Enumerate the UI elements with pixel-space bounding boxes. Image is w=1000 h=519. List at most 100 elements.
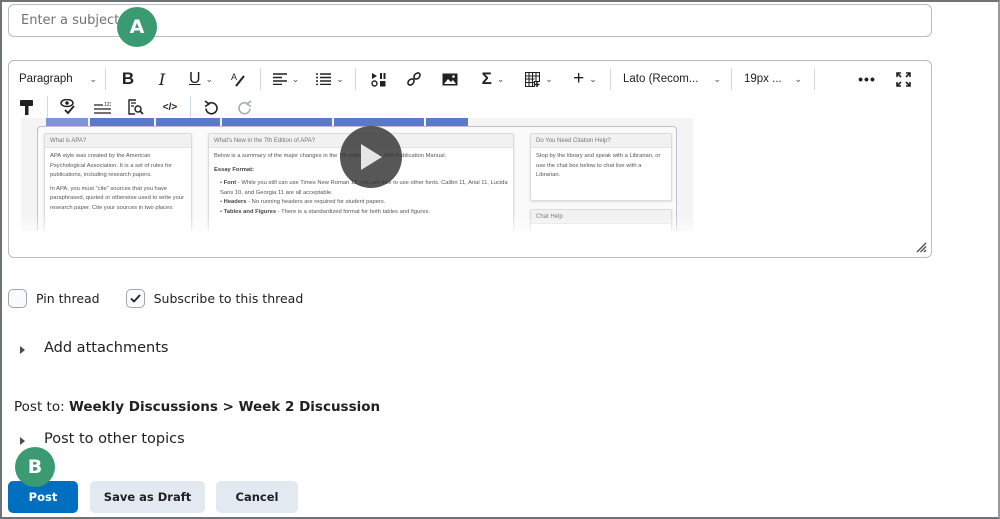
undo-icon [204, 99, 218, 114]
align-icon [272, 73, 287, 85]
post-to-info: Post to: Weekly Discussions > Week 2 Dis… [14, 399, 380, 415]
table-dropdown[interactable]: ⌄ [522, 65, 556, 93]
expand-triangle-icon [20, 436, 25, 445]
fullscreen-icon [895, 71, 911, 87]
embedded-video[interactable]: What is APA? APA style was created by th… [21, 118, 693, 231]
equation-icon: Σ [481, 69, 492, 88]
card-text: In APA, you must "cite" sources that you… [50, 185, 185, 211]
checkmark-icon [129, 294, 141, 303]
text-format-button[interactable]: A [224, 65, 252, 93]
insert-icon: + [573, 68, 585, 89]
find-replace-button[interactable] [124, 93, 148, 121]
post-to-prefix: Post to: [14, 399, 65, 415]
cancel-button[interactable]: Cancel [216, 481, 298, 513]
insert-stuff-dropdown[interactable]: + ⌄ [568, 65, 602, 93]
chevron-down-icon: ⌄ [589, 73, 597, 84]
media-icon [370, 72, 385, 87]
font-family-dropdown[interactable]: Lato (Recom... ⌄ [623, 65, 721, 93]
card-title: What is APA? [45, 134, 191, 148]
underline-button[interactable]: U ⌄ [182, 65, 220, 93]
format-painter-icon [20, 99, 33, 115]
add-attachments-toggle[interactable]: Add attachments [20, 340, 168, 356]
card-text: Stop by the library and speak with a Lib… [536, 153, 661, 178]
equation-dropdown[interactable]: Σ ⌄ [476, 65, 510, 93]
insert-link-button[interactable] [400, 65, 428, 93]
redo-icon [238, 99, 252, 114]
callout-marker-a: A [117, 7, 157, 47]
chevron-down-icon: ⌄ [89, 73, 97, 84]
svg-text:A: A [231, 72, 237, 82]
subscribe-option[interactable]: Subscribe to this thread [125, 289, 304, 308]
pin-thread-checkbox[interactable] [8, 289, 27, 308]
pin-thread-label: Pin thread [36, 291, 100, 306]
more-icon: ••• [858, 71, 876, 87]
bold-button[interactable]: B [114, 65, 142, 93]
font-size-label: 19px ... [744, 73, 782, 85]
font-size-dropdown[interactable]: 19px ... ⌄ [744, 65, 802, 93]
add-attachments-label: Add attachments [44, 340, 169, 356]
find-replace-icon [128, 99, 144, 115]
chevron-down-icon: ⌄ [794, 73, 802, 84]
toolbar-divider [731, 68, 732, 90]
svg-text:123: 123 [104, 102, 111, 108]
image-icon [442, 73, 458, 85]
paragraph-format-label: Paragraph [19, 73, 73, 85]
format-painter-button[interactable] [15, 93, 39, 121]
chevron-down-icon: ⌄ [545, 73, 553, 84]
fullscreen-button[interactable] [889, 65, 917, 93]
card-bullet: Headers - No running headers are require… [220, 198, 508, 208]
callout-marker-b: B [15, 447, 55, 487]
font-family-label: Lato (Recom... [623, 73, 699, 85]
resize-handle-icon[interactable] [916, 242, 927, 253]
subscribe-label: Subscribe to this thread [153, 291, 304, 306]
post-other-topics-toggle[interactable]: Post to other topics [20, 431, 185, 447]
more-actions-button[interactable]: ••• [853, 65, 881, 93]
save-draft-button[interactable]: Save as Draft [90, 481, 205, 513]
list-icon [316, 73, 332, 85]
card-title: Do You Need Citation Help? [531, 134, 671, 148]
source-code-button[interactable]: </> [158, 93, 182, 121]
insert-image-button[interactable] [436, 65, 464, 93]
pin-thread-option[interactable]: Pin thread [8, 289, 100, 308]
editor-content-area[interactable]: What is APA? APA style was created by th… [21, 118, 929, 231]
toolbar-divider [190, 96, 191, 118]
italic-button[interactable]: I [148, 65, 176, 93]
chevron-down-icon: ⌄ [713, 73, 721, 84]
thread-options: Pin thread Subscribe to this thread [8, 289, 323, 308]
toolbar-divider [610, 68, 611, 90]
video-play-button[interactable] [340, 126, 402, 188]
insert-media-button[interactable] [364, 65, 392, 93]
italic-icon: I [158, 69, 166, 89]
expand-triangle-icon [20, 345, 25, 354]
post-button[interactable]: Post [8, 481, 78, 513]
toolbar-divider [814, 68, 815, 90]
toolbar-divider [355, 68, 356, 90]
chevron-down-icon: ⌄ [496, 73, 505, 84]
toolbar-divider [47, 96, 48, 118]
chevron-down-icon: ⌄ [336, 73, 344, 84]
post-to-destination: Weekly Discussions > Week 2 Discussion [68, 399, 381, 415]
undo-button[interactable] [199, 93, 223, 121]
card-text: APA style was created by the American Ps… [50, 153, 172, 178]
link-icon [407, 72, 421, 86]
text-format-icon: A [231, 72, 245, 87]
video-card-citation-help: Do You Need Citation Help? Stop by the l… [530, 133, 672, 201]
chevron-down-icon: ⌄ [205, 73, 214, 84]
rich-text-editor: Paragraph ⌄ B I U ⌄ A ⌄ ⌄ Σ ⌄ ⌄ + ⌄ Lato… [8, 60, 932, 258]
accessibility-checker-button[interactable] [56, 93, 80, 121]
play-icon [361, 144, 382, 170]
list-dropdown[interactable]: ⌄ [313, 65, 347, 93]
redo-button[interactable] [233, 93, 257, 121]
subscribe-checkbox[interactable] [125, 289, 145, 308]
align-dropdown[interactable]: ⌄ [269, 65, 303, 93]
word-count-icon: 123 [93, 102, 111, 114]
paragraph-format-dropdown[interactable]: Paragraph ⌄ [19, 65, 97, 93]
bold-icon: B [121, 69, 135, 88]
table-icon [525, 71, 541, 87]
accessibility-check-icon [60, 99, 75, 115]
source-code-icon: </> [162, 101, 178, 113]
card-section-heading: Essay Format: [214, 166, 254, 173]
post-other-topics-label: Post to other topics [44, 431, 185, 447]
chevron-down-icon: ⌄ [291, 73, 300, 84]
word-count-button[interactable]: 123 [90, 93, 114, 121]
